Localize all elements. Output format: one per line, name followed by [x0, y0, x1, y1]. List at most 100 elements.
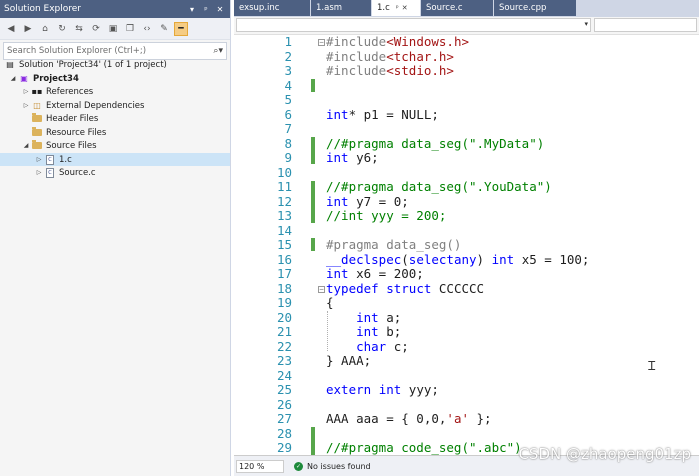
tab-source-cpp[interactable]: Source.cpp	[494, 0, 576, 16]
tree-node-1c[interactable]: ▷ C 1.c	[0, 153, 230, 166]
switch-views-icon[interactable]: ⇆	[72, 22, 86, 36]
tab-source-c[interactable]: Source.c	[421, 0, 493, 16]
line-number: 11	[276, 179, 292, 194]
expand-arrow-icon[interactable]: ▷	[21, 88, 31, 95]
tree-node-label: Resource Files	[46, 127, 107, 138]
document-tab-strip: exsup.inc 1.asm 1.c ᵖ ✕ Source.c Source.…	[234, 0, 699, 17]
line-number: 12	[276, 193, 292, 209]
tree-node-label: Header Files	[46, 113, 99, 124]
collapse-arrow-icon[interactable]: ◢	[21, 142, 31, 149]
line-number: 5	[284, 92, 292, 107]
search-options-dropdown-icon[interactable]: ▾	[218, 46, 223, 56]
external-dependencies-icon: ◫	[33, 101, 41, 110]
code-line: int y7 = 0;	[326, 193, 409, 209]
close-tab-icon[interactable]: ✕	[402, 4, 408, 12]
issues-text: No issues found	[307, 461, 371, 471]
line-number: 3	[284, 63, 292, 78]
code-line: extern int yyy;	[326, 382, 439, 397]
auto-hide-pin-icon[interactable]: ᵖ	[200, 5, 212, 14]
tab-1-c[interactable]: 1.c ᵖ ✕	[372, 0, 420, 16]
tree-node-references[interactable]: ▷ ▪▪ References	[0, 85, 251, 98]
change-marker	[311, 137, 315, 164]
code-line: //#pragma code_seg(".abc")	[326, 440, 522, 455]
zoom-level-dropdown[interactable]: 120 %	[236, 459, 284, 473]
tab-exsup-inc[interactable]: exsup.inc	[234, 0, 310, 16]
collapse-arrow-icon[interactable]: ◢	[8, 75, 18, 82]
window-position-dropdown-icon[interactable]: ▾	[186, 5, 198, 14]
view-code-icon[interactable]: ‹›	[140, 22, 154, 36]
code-line: //#pragma data_seg(".MyData")	[326, 135, 545, 151]
collapse-region-icon[interactable]: −	[318, 39, 325, 46]
home-icon[interactable]: ⌂	[38, 22, 52, 36]
refresh-icon[interactable]: ⟳	[89, 22, 103, 36]
line-number: 10	[276, 164, 292, 180]
code-line: {	[326, 295, 334, 310]
navigation-bar: ▾	[234, 17, 699, 35]
tree-node-label: Solution 'Project34' (1 of 1 project)	[19, 59, 167, 70]
check-icon: ✓	[294, 461, 303, 471]
line-number: 21	[276, 324, 292, 339]
tree-node-label: 1.c	[59, 154, 72, 165]
expand-arrow-icon[interactable]: ▷	[21, 102, 31, 109]
code-line: int x6 = 200;	[326, 266, 424, 281]
tree-node-label: Source.c	[59, 167, 96, 178]
forward-icon[interactable]: ▶	[21, 22, 35, 36]
line-number: 23	[276, 353, 292, 368]
code-line: int* p1 = NULL;	[326, 106, 439, 122]
code-line: int a;	[356, 309, 402, 325]
tree-node-source-c[interactable]: ▷ C Source.c	[0, 166, 230, 179]
solution-explorer-title: Solution Explorer	[4, 4, 81, 14]
member-dropdown[interactable]	[594, 18, 697, 32]
tree-node-project[interactable]: ◢ ▣ Project34	[0, 72, 238, 85]
tree-node-solution[interactable]: ▤ Solution 'Project34' (1 of 1 project)	[0, 58, 234, 71]
code-line: typedef struct CCCCCC	[326, 280, 485, 296]
expand-arrow-icon[interactable]: ▷	[34, 156, 44, 163]
line-number: 26	[276, 396, 292, 412]
line-number: 13	[276, 208, 292, 223]
tab-1-asm[interactable]: 1.asm	[311, 0, 371, 16]
line-number: 25	[276, 382, 292, 397]
back-icon[interactable]: ◀	[4, 22, 18, 36]
tree-node-label: References	[46, 86, 94, 97]
collapse-all-icon[interactable]: ▣	[106, 22, 120, 36]
solution-explorer-toolbar: ◀ ▶ ⌂ ↻ ⇆ ⟳ ▣ ❐ ‹› ✎ ━	[0, 18, 230, 40]
pin-tab-icon[interactable]: ᵖ	[396, 4, 399, 12]
line-number: 15	[276, 237, 292, 252]
search-input[interactable]	[7, 46, 214, 56]
code-editor[interactable]: 1 2 3 4 5 6 7 8 9 10 11 12 13 14 15 16 1…	[234, 35, 699, 455]
show-all-files-icon[interactable]: ❐	[123, 22, 137, 36]
scope-dropdown[interactable]: ▾	[236, 18, 591, 32]
expand-arrow-icon[interactable]: ▷	[34, 169, 44, 176]
chevron-down-icon[interactable]: ▾	[584, 20, 588, 28]
solution-explorer-panel: Solution Explorer ▾ ᵖ ✕ ◀ ▶ ⌂ ↻ ⇆ ⟳ ▣ ❐ …	[0, 0, 231, 476]
code-line: #include<stdio.h>	[326, 63, 454, 78]
line-number: 24	[276, 367, 292, 383]
line-number: 29	[276, 440, 292, 455]
properties-icon[interactable]: ✎	[157, 22, 171, 36]
c-file-icon: C	[44, 154, 56, 165]
tree-node-header-files[interactable]: Header Files	[0, 112, 261, 125]
tree-node-external-dependencies[interactable]: ▷ ◫ External Dependencies	[0, 99, 251, 112]
code-line: int y6;	[326, 150, 379, 165]
sync-icon[interactable]: ↻	[55, 22, 69, 36]
preview-icon[interactable]: ━	[174, 21, 188, 36]
tree-node-label: Project34	[33, 73, 79, 84]
collapse-region-icon[interactable]: −	[318, 286, 325, 293]
change-marker	[311, 79, 315, 92]
close-icon[interactable]: ✕	[214, 5, 226, 14]
folder-open-icon	[31, 140, 43, 151]
change-marker	[311, 427, 315, 455]
project-icon: ▣	[20, 74, 28, 83]
tree-node-resource-files[interactable]: Resource Files	[0, 126, 261, 139]
line-number: 28	[276, 425, 292, 441]
tree-node-source-files[interactable]: ◢ Source Files	[0, 139, 251, 152]
tab-label: exsup.inc	[239, 3, 280, 13]
tree-node-label: External Dependencies	[46, 100, 145, 111]
tree-node-label: Source Files	[46, 140, 97, 151]
issues-indicator[interactable]: ✓ No issues found	[294, 461, 371, 471]
line-number: 16	[276, 251, 292, 267]
line-number: 14	[276, 222, 292, 238]
tab-label: 1.c	[377, 3, 390, 13]
code-line: //#pragma data_seg(".YouData")	[326, 179, 552, 194]
solution-icon: ▤	[6, 60, 14, 69]
